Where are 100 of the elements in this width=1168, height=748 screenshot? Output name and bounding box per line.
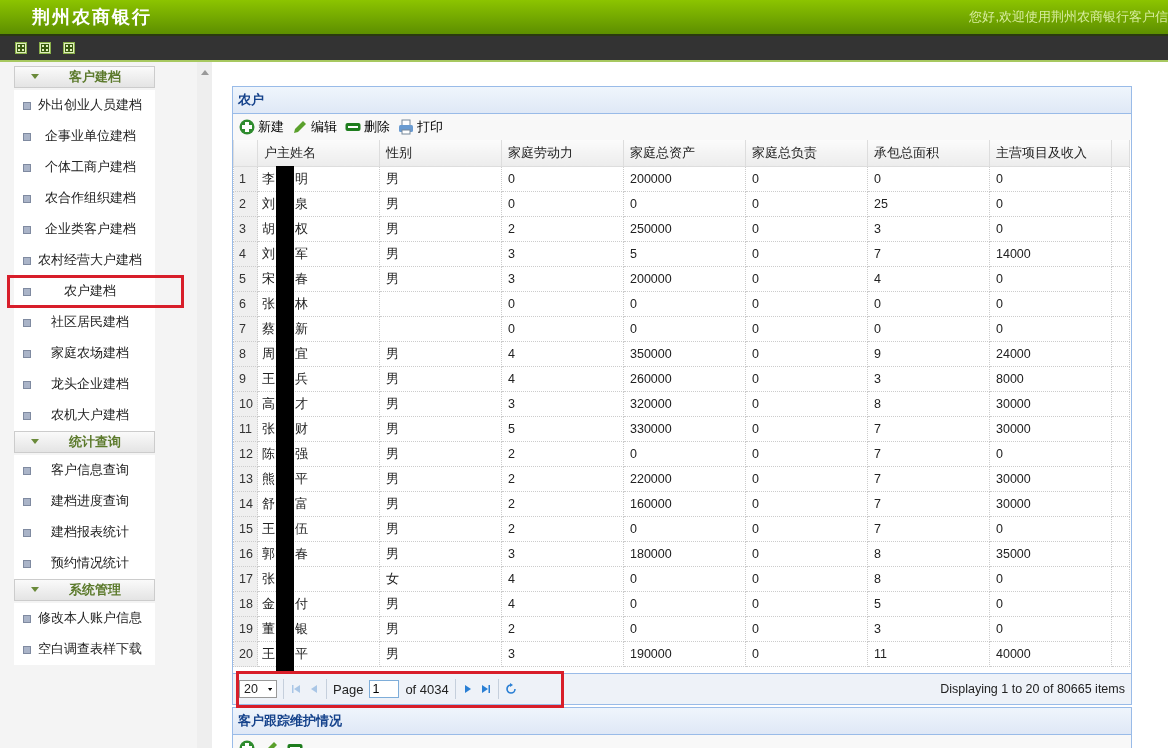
table-cell: 7 bbox=[867, 516, 990, 542]
column-header[interactable]: 户主姓名 bbox=[257, 140, 380, 167]
table-cell: 0 bbox=[745, 191, 868, 217]
arrow-up-icon[interactable] bbox=[200, 70, 209, 75]
table-cell: 男 bbox=[379, 241, 502, 267]
menu-item[interactable]: 农村经营大户建档 bbox=[14, 245, 155, 276]
print-button[interactable]: 打印 bbox=[398, 118, 443, 136]
table-cell: 30000 bbox=[989, 466, 1112, 492]
table-cell: 0 bbox=[989, 591, 1112, 617]
row-number: 8 bbox=[233, 341, 258, 367]
menu-item[interactable]: 客户信息查询 bbox=[14, 455, 155, 486]
edit-button[interactable]: 编辑 bbox=[292, 118, 337, 136]
table-cell: 2 bbox=[501, 491, 624, 517]
column-header[interactable]: 家庭劳动力 bbox=[501, 140, 624, 167]
menu-item[interactable]: 龙头企业建档 bbox=[14, 369, 155, 400]
table-cell: 0 bbox=[989, 516, 1112, 542]
menu-item[interactable]: 企业类客户建档 bbox=[14, 214, 155, 245]
table-cell: 0 bbox=[867, 291, 990, 317]
table-cell: 0 bbox=[745, 341, 868, 367]
caret-icon bbox=[31, 74, 39, 80]
menu-item[interactable]: 社区居民建档 bbox=[14, 307, 155, 338]
row-number: 1 bbox=[233, 166, 258, 192]
menu-item[interactable]: 企事业单位建档 bbox=[14, 121, 155, 152]
table-cell: 0 bbox=[745, 166, 868, 192]
table-cell: 男 bbox=[379, 541, 502, 567]
menu-item[interactable]: 个体工商户建档 bbox=[14, 152, 155, 183]
page-input[interactable]: 1 bbox=[369, 680, 400, 698]
menu-item[interactable]: 农合作组织建档 bbox=[14, 183, 155, 214]
bullet-icon bbox=[23, 163, 31, 172]
table-cell: 男 bbox=[379, 191, 502, 217]
table-cell: 0 bbox=[745, 416, 868, 442]
column-header[interactable]: 主营项目及收入 bbox=[989, 140, 1112, 167]
delete-button[interactable]: 删除 bbox=[345, 118, 390, 136]
menu-item[interactable]: 农户建档 bbox=[14, 276, 155, 307]
table-cell: 男 bbox=[379, 366, 502, 392]
column-header[interactable]: 家庭总资产 bbox=[623, 140, 746, 167]
bullet-icon bbox=[23, 528, 31, 537]
table-cell: 0 bbox=[745, 366, 868, 392]
table-cell: 0 bbox=[745, 641, 868, 667]
table-cell: 0 bbox=[745, 266, 868, 292]
menu-item[interactable]: 农机大户建档 bbox=[14, 400, 155, 431]
menu-item[interactable]: 建档进度查询 bbox=[14, 486, 155, 517]
table-cell: 2 bbox=[501, 466, 624, 492]
row-number: 16 bbox=[233, 541, 258, 567]
table-cell: 3 bbox=[501, 641, 624, 667]
table-cell: 9 bbox=[867, 341, 990, 367]
table-cell: 0 bbox=[623, 441, 746, 467]
table-cell: 8 bbox=[867, 541, 990, 567]
column-header[interactable]: 性别 bbox=[379, 140, 502, 167]
row-number: 20 bbox=[233, 641, 258, 667]
menu-item[interactable]: 建档报表统计 bbox=[14, 517, 155, 548]
menu-group-header[interactable]: 系统管理 bbox=[14, 579, 155, 601]
table-cell: 0 bbox=[745, 241, 868, 267]
table-cell: 35000 bbox=[989, 541, 1112, 567]
grid-icon[interactable] bbox=[63, 42, 75, 54]
grid-icon[interactable] bbox=[15, 42, 27, 54]
welcome-text: 您好,欢迎使用荆州农商银行客户信 bbox=[969, 8, 1168, 26]
table-cell: 8 bbox=[867, 391, 990, 417]
page-size-select[interactable]: 20 bbox=[239, 680, 277, 698]
bullet-icon bbox=[23, 349, 31, 358]
table-cell: 5 bbox=[501, 416, 624, 442]
add-button[interactable]: 新建 bbox=[239, 118, 284, 136]
table-cell: 男 bbox=[379, 641, 502, 667]
table-cell: 2 bbox=[501, 616, 624, 642]
bullet-icon bbox=[23, 287, 31, 296]
table-cell: 男 bbox=[379, 516, 502, 542]
menu-group-header[interactable]: 客户建档 bbox=[14, 66, 155, 88]
table-cell: 25 bbox=[867, 191, 990, 217]
menu-item[interactable]: 家庭农场建档 bbox=[14, 338, 155, 369]
caret-icon bbox=[31, 587, 39, 593]
last-page-icon[interactable] bbox=[479, 683, 492, 695]
menu-item[interactable]: 空白调查表样下载 bbox=[14, 634, 155, 665]
table-cell: 350000 bbox=[623, 341, 746, 367]
grid-icon[interactable] bbox=[39, 42, 51, 54]
menu-item[interactable]: 预约情况统计 bbox=[14, 548, 155, 579]
row-number: 2 bbox=[233, 191, 258, 217]
table-cell: 0 bbox=[745, 466, 868, 492]
table-cell: 3 bbox=[501, 241, 624, 267]
scrollbar[interactable] bbox=[197, 62, 212, 748]
refresh-icon[interactable] bbox=[504, 683, 517, 695]
table-cell: 3 bbox=[867, 216, 990, 242]
menu-item[interactable]: 外出创业人员建档 bbox=[14, 90, 155, 121]
table-cell: 男 bbox=[379, 441, 502, 467]
menu-item[interactable]: 修改本人账户信息 bbox=[14, 603, 155, 634]
menu-group-header[interactable]: 统计查询 bbox=[14, 431, 155, 453]
table-cell: 200000 bbox=[623, 266, 746, 292]
table-cell: 0 bbox=[623, 316, 746, 342]
bank-title: 荆州农商银行 bbox=[32, 6, 152, 29]
table-cell: 0 bbox=[745, 391, 868, 417]
bullet-icon bbox=[23, 318, 31, 327]
panel-title: 客户跟踪维护情况 bbox=[233, 708, 1131, 735]
table-cell: 7 bbox=[867, 466, 990, 492]
table-cell: 2 bbox=[501, 216, 624, 242]
table-cell: 3 bbox=[501, 266, 624, 292]
table-cell: 0 bbox=[623, 291, 746, 317]
table-cell: 8000 bbox=[989, 366, 1112, 392]
table-cell: 0 bbox=[989, 191, 1112, 217]
column-header[interactable]: 承包总面积 bbox=[867, 140, 990, 167]
column-header[interactable]: 家庭总负责 bbox=[745, 140, 868, 167]
table-cell: 男 bbox=[379, 491, 502, 517]
